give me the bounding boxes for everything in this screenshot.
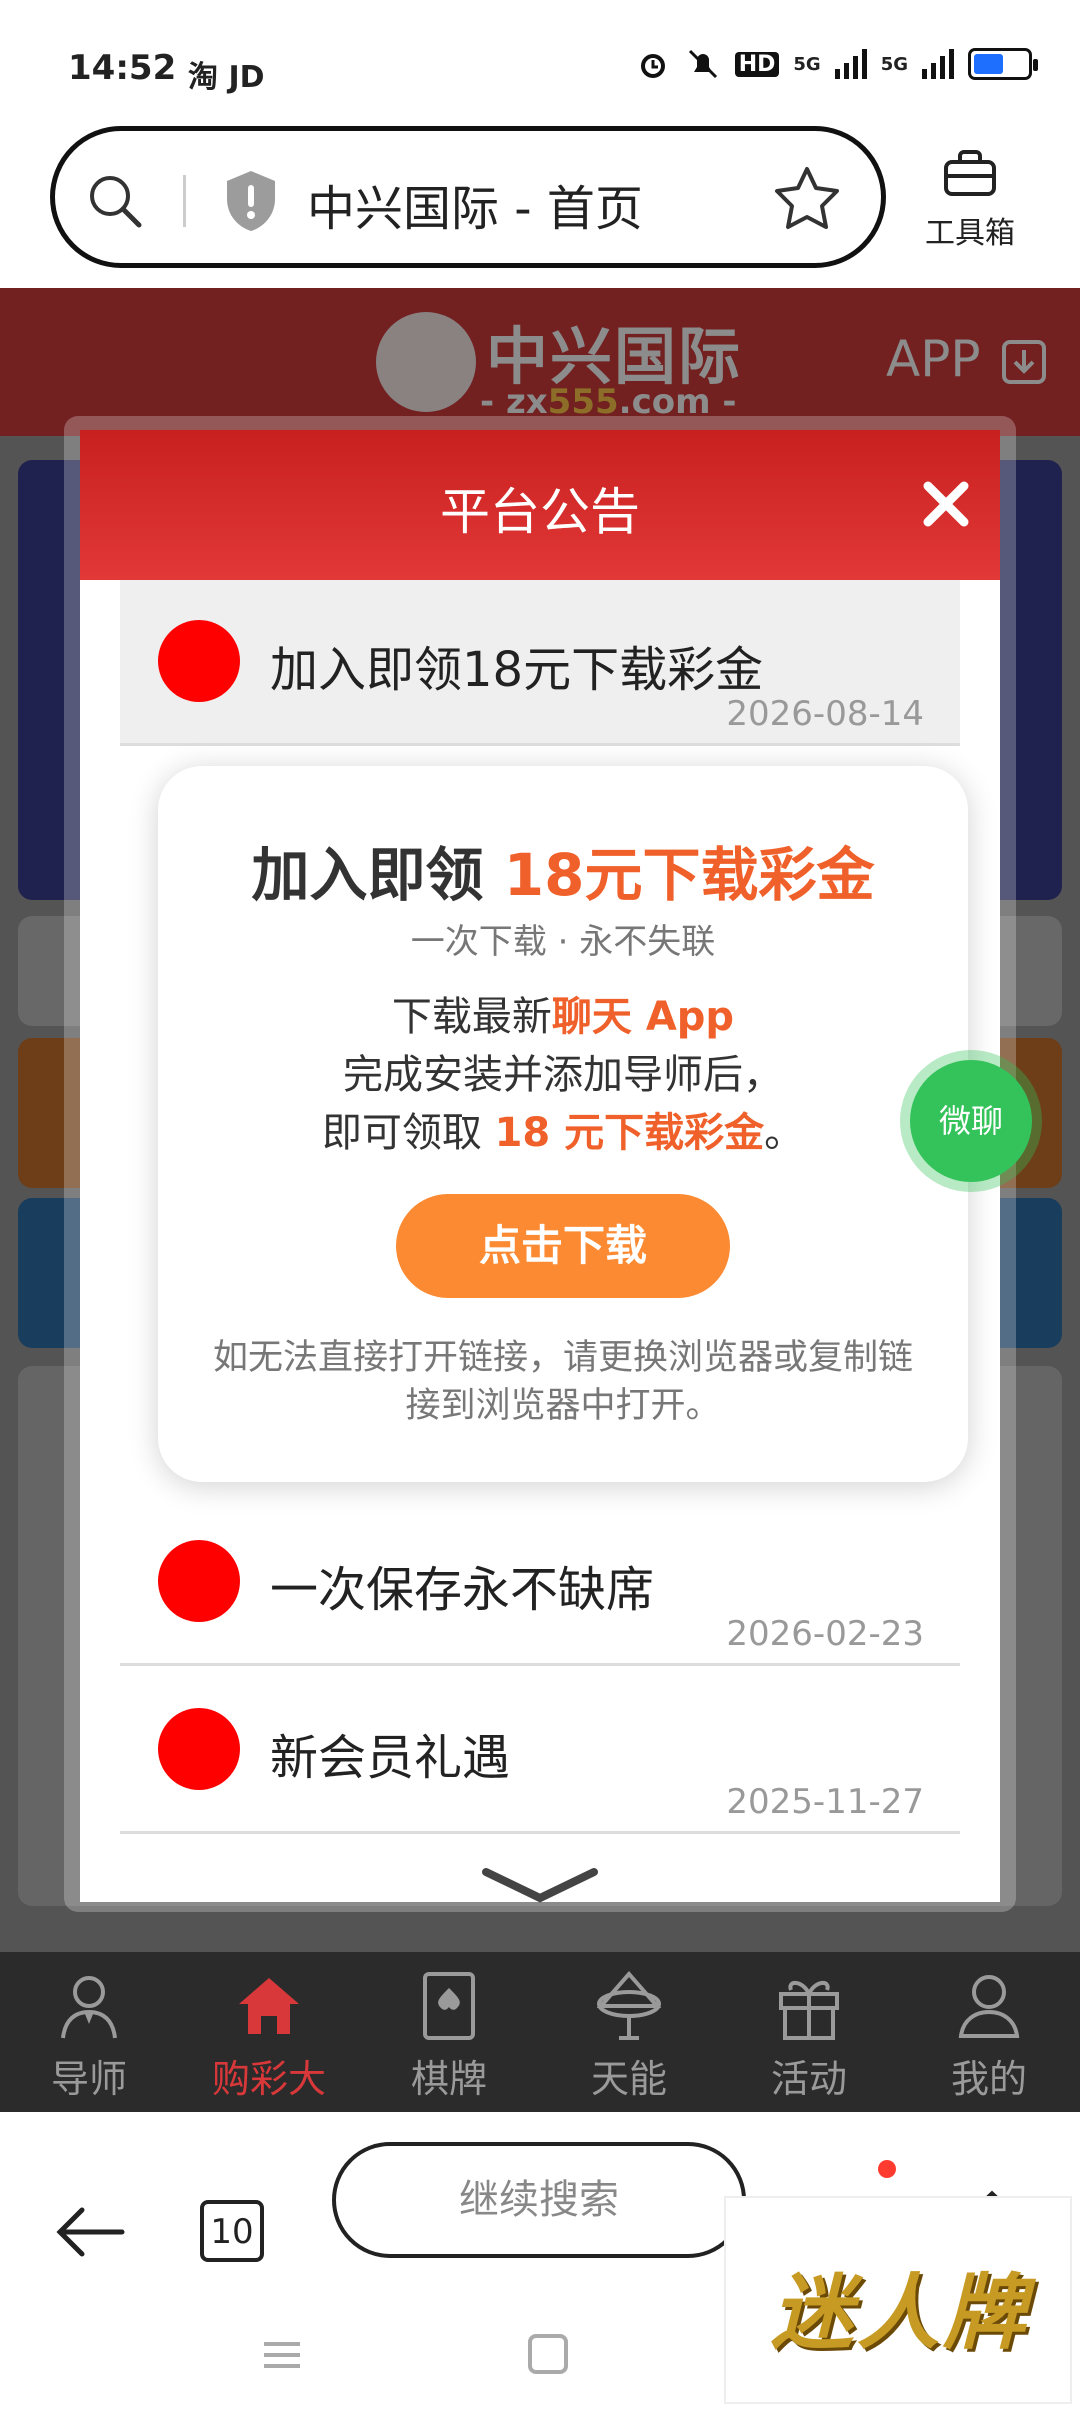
gift-icon xyxy=(779,1981,839,2040)
notice-item[interactable]: 加入即领18元下载彩金 2026-08-14 xyxy=(120,580,960,746)
nav-label: 棋牌 xyxy=(410,2057,487,2101)
back-arrow-icon[interactable] xyxy=(52,2194,128,2270)
watermark-text: 迷人牌 xyxy=(771,2266,1029,2361)
toolbox-label: 工具箱 xyxy=(925,216,1015,251)
download-button[interactable]: 点击下载 xyxy=(396,1194,730,1298)
close-icon[interactable] xyxy=(918,476,974,532)
download-promo-card: 加入即领 18元下载彩金 一次下载 · 永不失联 下载最新聊天 App 完成安装… xyxy=(158,766,968,1482)
cards-icon xyxy=(423,1972,475,2040)
nav-label: 我的 xyxy=(950,2057,1027,2101)
promo-heading: 加入即领 18元下载彩金 xyxy=(251,841,875,909)
continue-search-button[interactable]: 继续搜索 xyxy=(332,2142,746,2258)
nav-item-tianneng[interactable]: 天能 xyxy=(554,1970,704,2103)
notice-dot-icon xyxy=(158,1540,240,1622)
status-app-icons: 淘 JD xyxy=(188,60,265,95)
alarm-icon xyxy=(640,54,665,78)
nav-item-activity[interactable]: 活动 xyxy=(734,1970,884,2103)
status-bar: 14:52 淘 JD HD 5G 5G xyxy=(0,0,1080,120)
watermark-logo: 迷人牌 xyxy=(724,2196,1072,2404)
notice-date: 2025-11-27 xyxy=(726,1782,924,1822)
nav-label: 活动 xyxy=(770,2057,847,2101)
promo-note: 如无法直接打开链接，请更换浏览器或复制链接到浏览器中打开。 xyxy=(212,1338,913,1426)
bookmark-star-icon[interactable] xyxy=(771,163,843,235)
nav-item-mine[interactable]: 我的 xyxy=(914,1970,1064,2103)
system-home-icon[interactable] xyxy=(528,2334,568,2374)
mentor-icon xyxy=(61,1976,117,2039)
home-icon xyxy=(239,1978,299,2034)
signal-icon xyxy=(834,49,867,79)
notice-dot-icon xyxy=(158,620,240,702)
shield-icon[interactable] xyxy=(223,169,279,233)
status-icons: HD 5G 5G xyxy=(635,46,1038,82)
status-time: 14:52 xyxy=(68,48,177,88)
tn-icon xyxy=(596,1970,662,2040)
battery-icon xyxy=(968,48,1038,80)
address-bar[interactable]: 中兴国际 - 首页 xyxy=(50,126,886,268)
notice-dot-icon xyxy=(158,1708,240,1790)
mute-icon xyxy=(688,49,717,79)
address-divider xyxy=(183,175,186,227)
toolbox-icon xyxy=(944,150,996,196)
signal-5g-label-2: 5G xyxy=(880,53,908,75)
notice-item[interactable]: 一次保存永不缺席 2026-02-23 xyxy=(120,1500,960,1666)
nav-label: 天能 xyxy=(590,2057,667,2101)
promo-subtitle: 一次下载 · 永不失联 xyxy=(410,922,716,962)
notification-dot xyxy=(878,2160,896,2178)
search-icon[interactable] xyxy=(85,171,145,231)
toolbox-button[interactable]: 工具箱 xyxy=(920,148,1020,252)
signal-5g-label: 5G xyxy=(793,53,821,75)
notice-date: 2026-02-23 xyxy=(726,1614,924,1654)
site-bottom-nav: 导师 购彩大厅 棋牌 天能 活动 我的 xyxy=(0,1952,1080,2156)
signal-icon-2 xyxy=(922,49,954,79)
nav-label: 导师 xyxy=(50,2057,127,2101)
page-title[interactable]: 中兴国际 - 首页 xyxy=(307,169,643,239)
notice-item[interactable]: 新会员礼遇 2025-11-27 xyxy=(120,1668,960,1834)
chevron-down-icon[interactable] xyxy=(480,1866,600,1906)
modal-header: 平台公告 xyxy=(80,430,1000,580)
notice-title: 加入即领18元下载彩金 xyxy=(270,642,764,698)
notice-title: 一次保存永不缺席 xyxy=(270,1562,655,1618)
nav-item-mentor[interactable]: 导师 xyxy=(14,1970,164,2103)
wechat-chat-button[interactable]: 微聊 xyxy=(910,1060,1032,1182)
hd-badge: HD xyxy=(734,51,780,77)
promo-body: 下载最新聊天 App 完成安装并添加导师后， 即可领取 18 元下载彩金。 xyxy=(321,994,805,1156)
modal-title: 平台公告 xyxy=(440,483,640,541)
nav-item-cards[interactable]: 棋牌 xyxy=(374,1970,524,2103)
notice-title: 新会员礼遇 xyxy=(270,1730,511,1786)
tabs-count-button[interactable]: 10 xyxy=(200,2200,264,2262)
user-icon xyxy=(958,1975,1020,2038)
system-menu-icon[interactable] xyxy=(262,2340,302,2370)
notice-date: 2026-08-14 xyxy=(726,694,924,734)
